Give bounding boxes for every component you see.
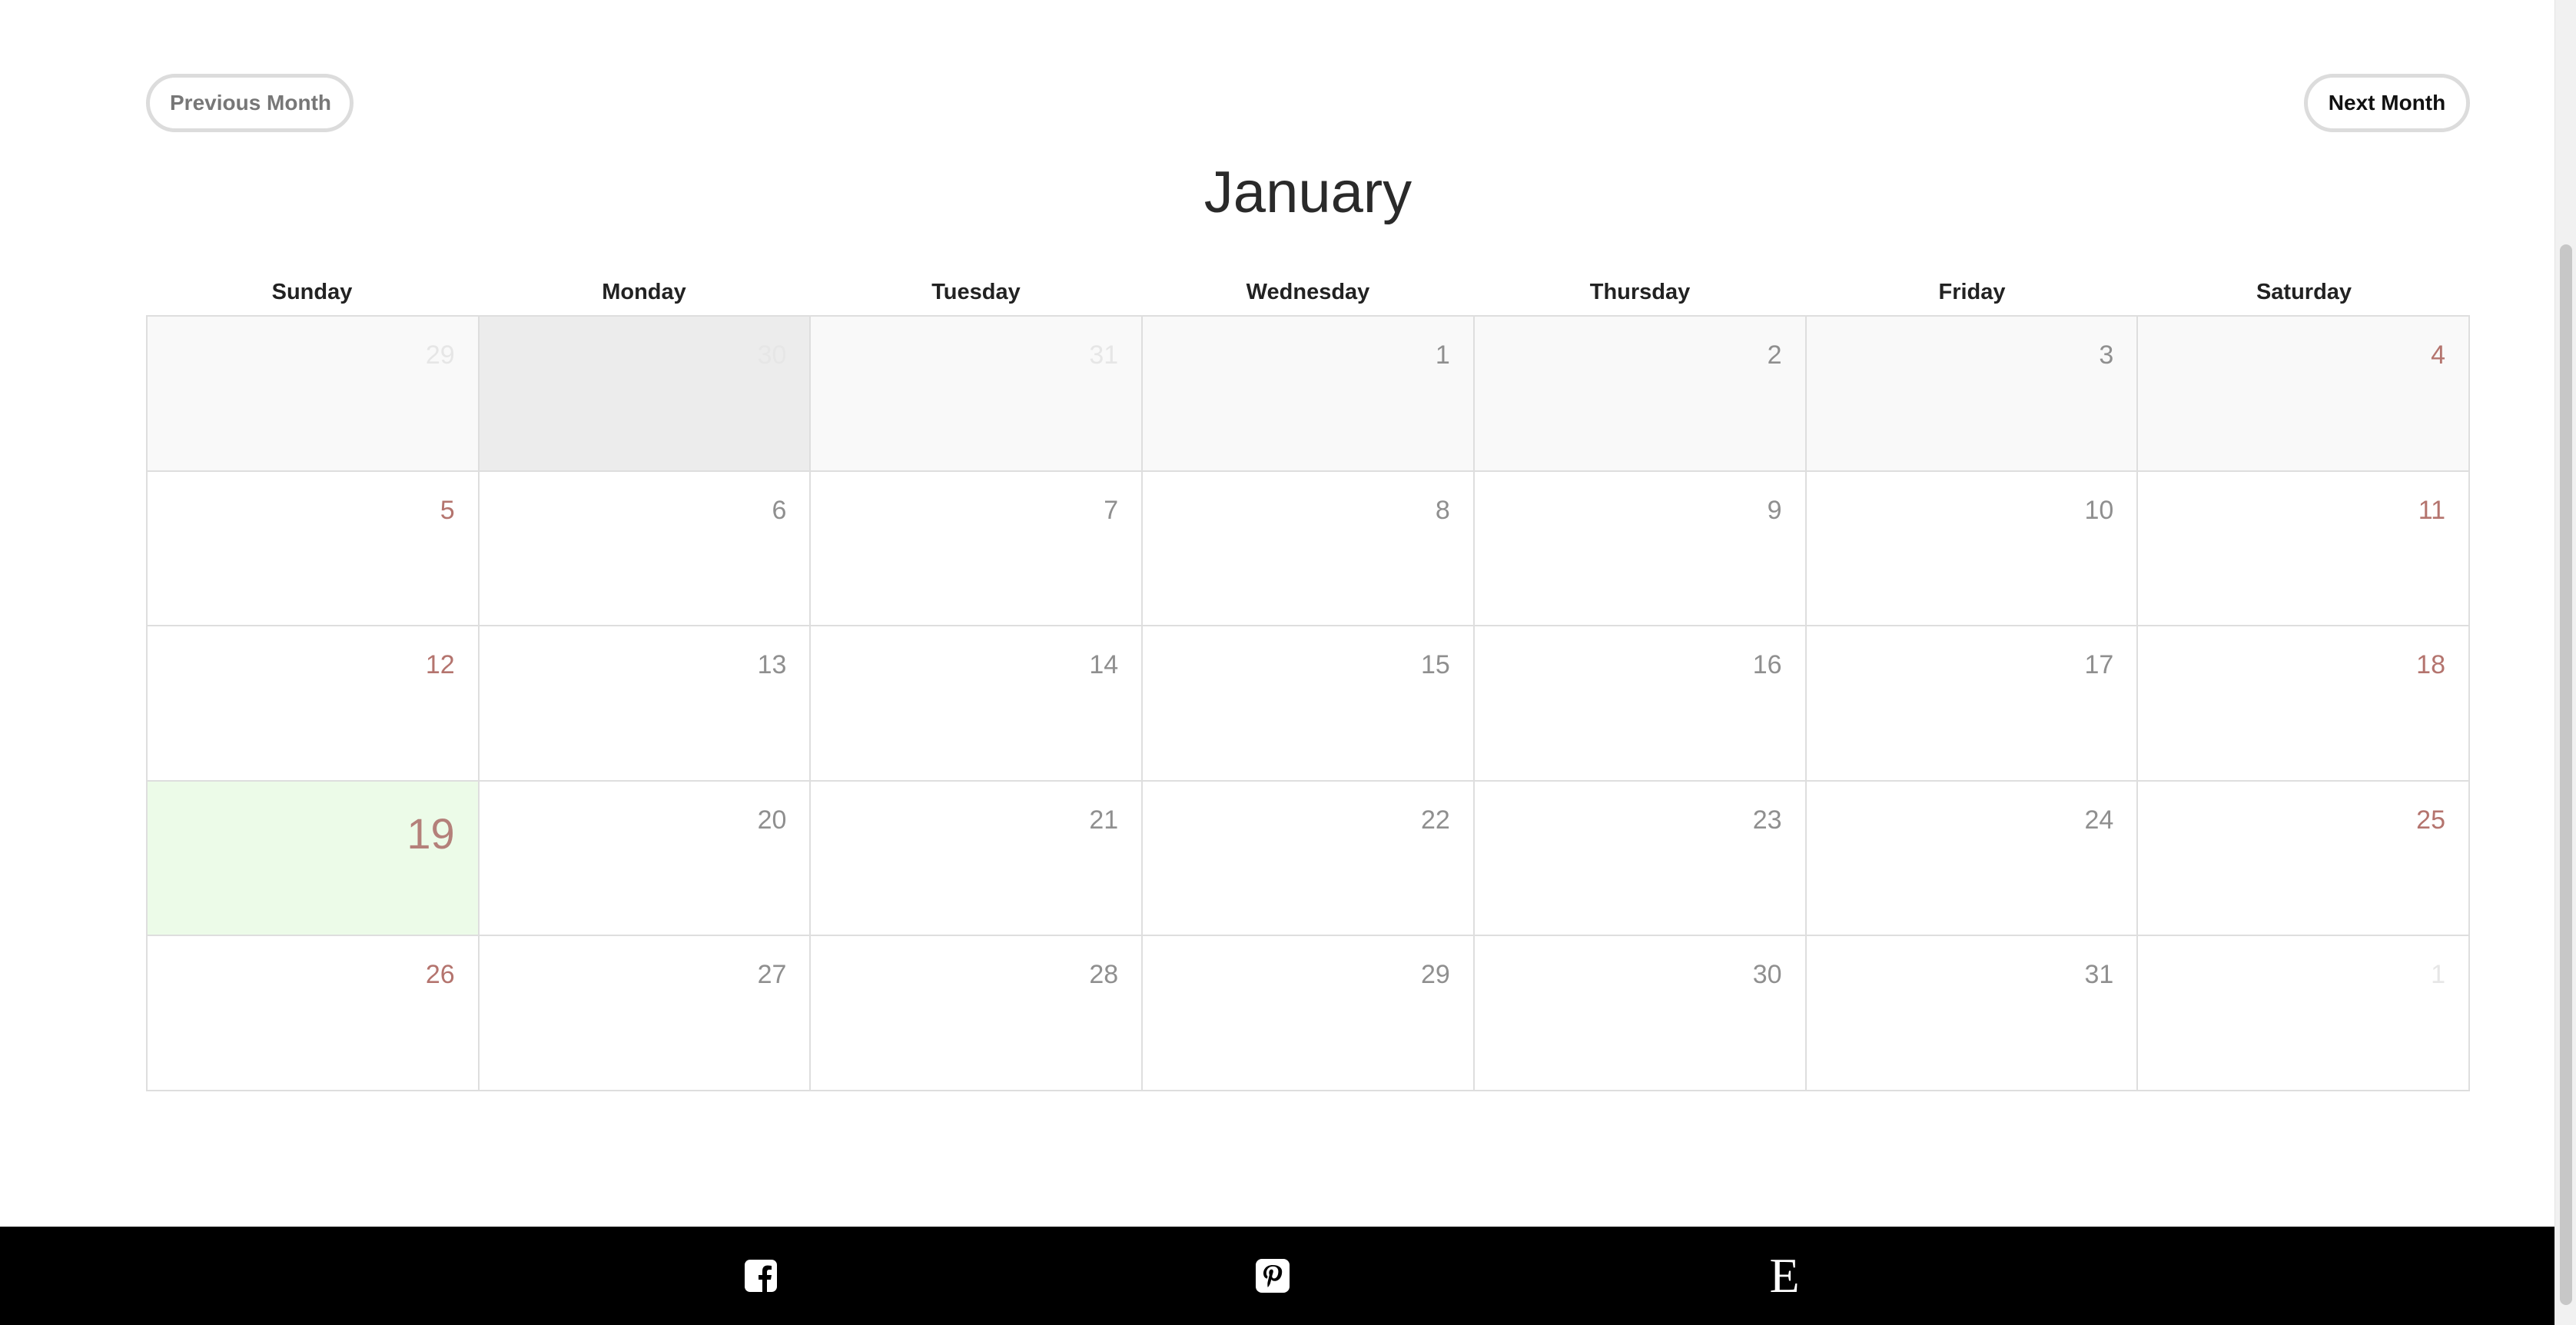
etsy-icon[interactable]: E	[1763, 1248, 1806, 1303]
day-cell[interactable]: 22	[1143, 781, 1475, 937]
weekday-thursday: Thursday	[1589, 280, 1691, 304]
day-cell-weekend[interactable]: 26	[148, 936, 480, 1091]
day-cell[interactable]: 23	[1474, 781, 1807, 937]
pinterest-icon-glyph	[1256, 1259, 1290, 1293]
day-cell-weekend[interactable]: 4	[2138, 317, 2470, 472]
day-number: 30	[1752, 960, 1782, 990]
weekday-friday: Friday	[1938, 280, 2006, 304]
etsy-letter: E	[1769, 1248, 1800, 1303]
day-cell[interactable]: 29	[1143, 936, 1475, 1091]
day-number: 8	[1435, 495, 1450, 525]
next-month-button[interactable]: Next Month	[2304, 74, 2470, 132]
pinterest-icon[interactable]	[1251, 1254, 1294, 1297]
day-cell[interactable]: 1	[1143, 317, 1475, 472]
day-cell-weekend[interactable]: 12	[148, 626, 480, 782]
day-number: 1	[2431, 960, 2445, 990]
day-cell-outside-month[interactable]: 29	[148, 317, 480, 472]
day-number: 12	[425, 650, 455, 680]
day-number: 2	[1767, 340, 1782, 370]
day-number: 14	[1089, 650, 1119, 680]
day-cell[interactable]: 24	[1806, 781, 2139, 937]
day-number: 11	[2418, 495, 2445, 525]
day-number: 23	[1752, 805, 1782, 835]
day-cell-outside-month[interactable]: 1	[2138, 936, 2470, 1091]
day-cell[interactable]: 14	[811, 626, 1144, 782]
day-number: 31	[1089, 340, 1119, 370]
day-cell[interactable]: 31	[1806, 936, 2139, 1091]
day-number: 29	[1421, 960, 1450, 990]
weekday-sunday: Sunday	[271, 280, 353, 304]
weekday-monday: Monday	[602, 280, 686, 304]
day-cell[interactable]: 3	[1806, 317, 2139, 472]
calendar-page: Previous Month Next Month January Sunday…	[0, 0, 2576, 1325]
day-number: 13	[757, 650, 787, 680]
day-number: 31	[2084, 960, 2114, 990]
day-number: 15	[1421, 650, 1450, 680]
day-cell[interactable]: 27	[479, 936, 812, 1091]
day-cell[interactable]: 6	[479, 471, 812, 627]
day-number: 9	[1767, 495, 1782, 525]
day-number: 1	[1435, 340, 1450, 370]
day-number: 24	[2084, 805, 2114, 835]
day-cell-outside-month[interactable]: 30	[479, 317, 812, 472]
facebook-icon[interactable]	[739, 1254, 782, 1297]
day-cell-weekend[interactable]: 5	[148, 471, 480, 627]
day-cell[interactable]: 21	[811, 781, 1144, 937]
day-number: 21	[1089, 805, 1119, 835]
today-day-number: 19	[407, 809, 455, 858]
day-number: 3	[2099, 340, 2114, 370]
scrollbar-thumb[interactable]	[2560, 244, 2572, 1305]
day-number: 29	[425, 340, 455, 370]
day-number: 6	[772, 495, 787, 525]
day-cell-outside-month[interactable]: 31	[811, 317, 1144, 472]
day-number: 17	[2084, 650, 2114, 680]
day-cell[interactable]: 8	[1143, 471, 1475, 627]
month-title: January	[1203, 160, 1412, 225]
weekday-wednesday: Wednesday	[1246, 280, 1370, 304]
day-number: 22	[1421, 805, 1450, 835]
day-cell-weekend[interactable]: 18	[2138, 626, 2470, 782]
day-cell[interactable]: 28	[811, 936, 1144, 1091]
day-number: 5	[440, 495, 455, 525]
day-cell[interactable]: 7	[811, 471, 1144, 627]
footer: E	[0, 1227, 2554, 1325]
day-cell[interactable]: 2	[1474, 317, 1807, 472]
facebook-icon-glyph	[745, 1260, 777, 1292]
day-cell-weekend[interactable]: 25	[2138, 781, 2470, 937]
day-number: 26	[425, 960, 455, 990]
day-number: 25	[2416, 805, 2445, 835]
day-number: 30	[757, 340, 787, 370]
day-number: 16	[1752, 650, 1782, 680]
calendar-grid: 29 30 31 1 2 3 4 5 6 7 8 9 10 11 12 13 1…	[146, 315, 2470, 1091]
day-number: 18	[2416, 650, 2445, 680]
day-cell[interactable]: 17	[1806, 626, 2139, 782]
day-number: 10	[2084, 495, 2114, 525]
day-cell[interactable]: 15	[1143, 626, 1475, 782]
weekday-tuesday: Tuesday	[931, 280, 1021, 304]
day-cell[interactable]: 16	[1474, 626, 1807, 782]
vertical-scrollbar[interactable]	[2554, 0, 2576, 1325]
day-number: 27	[757, 960, 787, 990]
day-cell-weekend[interactable]: 11	[2138, 471, 2470, 627]
day-number: 4	[2431, 340, 2445, 370]
weekday-header-row: Sunday Monday Tuesday Wednesday Thursday…	[146, 274, 2470, 310]
day-cell[interactable]: 30	[1474, 936, 1807, 1091]
day-cell[interactable]: 10	[1806, 471, 2139, 627]
previous-month-button[interactable]: Previous Month	[146, 74, 354, 132]
main-content: Previous Month Next Month January Sunday…	[0, 0, 2554, 1227]
day-cell[interactable]: 20	[479, 781, 812, 937]
day-cell[interactable]: 13	[479, 626, 812, 782]
day-cell-today[interactable]: 19	[148, 781, 480, 937]
day-cell[interactable]: 9	[1474, 471, 1807, 627]
weekday-saturday: Saturday	[2256, 280, 2352, 304]
day-number: 28	[1089, 960, 1119, 990]
day-number: 7	[1104, 495, 1119, 525]
day-number: 20	[757, 805, 787, 835]
